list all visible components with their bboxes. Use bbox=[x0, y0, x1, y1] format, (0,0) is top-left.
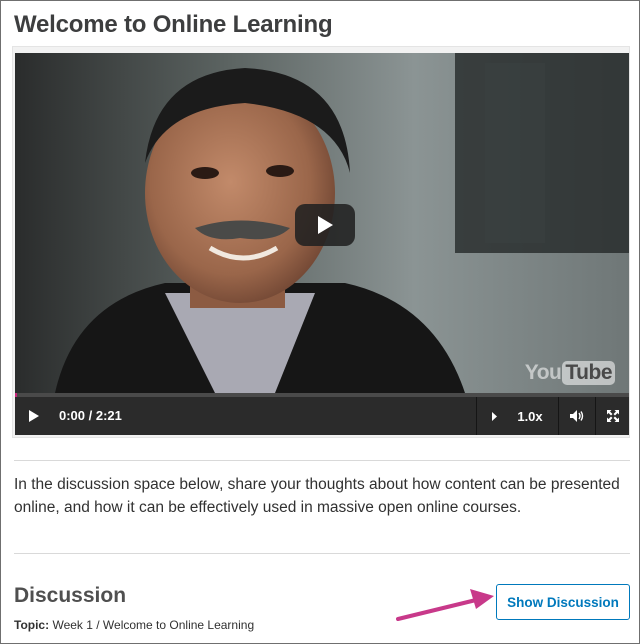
courseware-frame: Welcome to Online Learning You Tube 0:00… bbox=[0, 0, 640, 644]
youtube-logo[interactable]: You Tube bbox=[525, 361, 615, 385]
annotation-arrow-icon bbox=[396, 589, 494, 621]
speed-button[interactable]: 1.0x bbox=[477, 397, 557, 435]
play-icon bbox=[318, 216, 333, 234]
play-icon bbox=[28, 410, 39, 422]
play-overlay-button[interactable] bbox=[295, 204, 355, 246]
video-player: You Tube 0:00 / 2:21 1.0x bbox=[12, 46, 630, 438]
play-button[interactable] bbox=[15, 397, 51, 435]
fullscreen-button[interactable] bbox=[596, 397, 629, 435]
section-divider bbox=[14, 553, 630, 554]
topic-value: Week 1 / Welcome to Online Learning bbox=[52, 618, 255, 632]
speed-value: 1.0x bbox=[517, 408, 543, 424]
page-title: Welcome to Online Learning bbox=[14, 11, 333, 38]
section-divider bbox=[14, 460, 630, 461]
video-viewport[interactable]: You Tube bbox=[15, 53, 629, 393]
fullscreen-icon bbox=[606, 410, 619, 422]
time-display: 0:00 / 2:21 bbox=[59, 408, 122, 423]
volume-button[interactable] bbox=[559, 397, 594, 435]
volume-icon bbox=[569, 410, 583, 422]
show-discussion-button[interactable]: Show Discussion bbox=[496, 584, 630, 620]
discussion-topic: Topic: Week 1 / Welcome to Online Learni… bbox=[14, 618, 254, 632]
video-controls: 0:00 / 2:21 1.0x bbox=[15, 397, 629, 435]
discussion-heading: Discussion bbox=[14, 584, 127, 607]
topic-label: Topic: bbox=[14, 618, 50, 632]
caret-right-icon bbox=[492, 411, 498, 421]
intro-text: In the discussion space below, share you… bbox=[14, 476, 620, 516]
